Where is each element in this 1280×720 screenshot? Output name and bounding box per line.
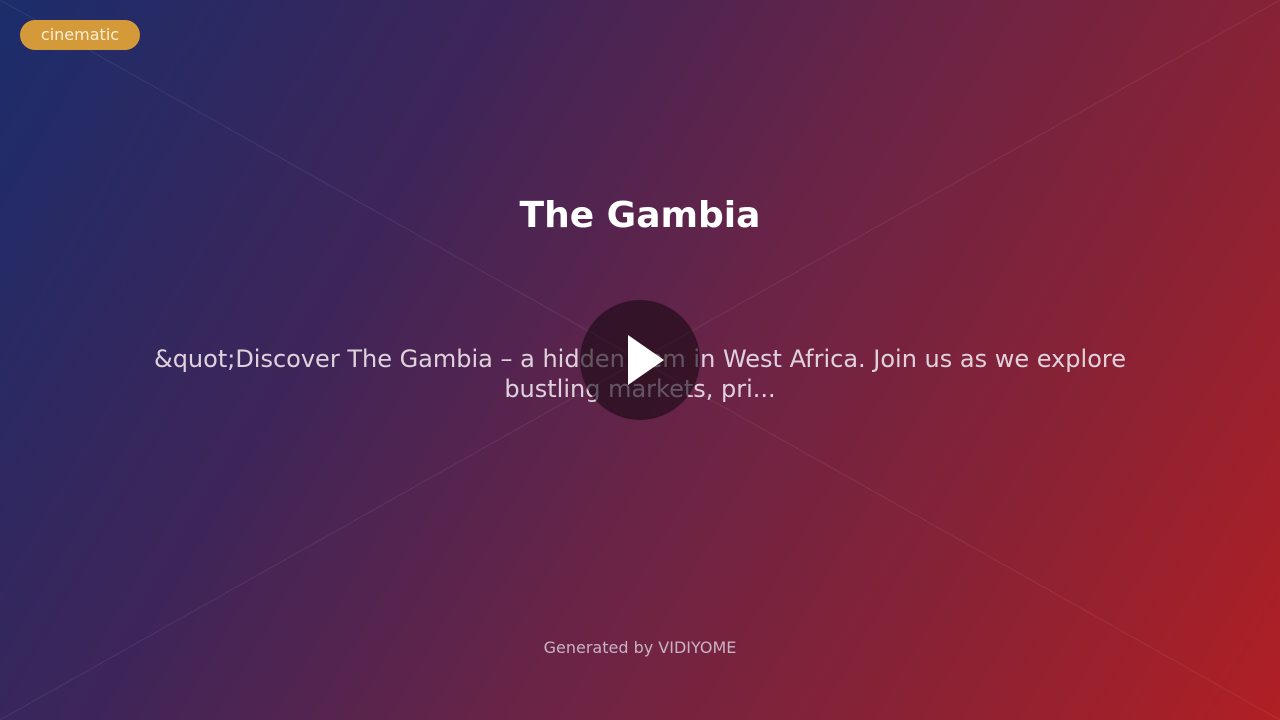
- generator-credit: Generated by VIDIYOME: [543, 638, 737, 657]
- video-title: The Gambia: [519, 195, 761, 236]
- category-badge: cinematic: [20, 20, 140, 50]
- video-poster: cinematic The Gambia &quot;Discover The …: [0, 0, 1280, 720]
- play-button[interactable]: [580, 300, 700, 420]
- play-icon: [628, 335, 664, 385]
